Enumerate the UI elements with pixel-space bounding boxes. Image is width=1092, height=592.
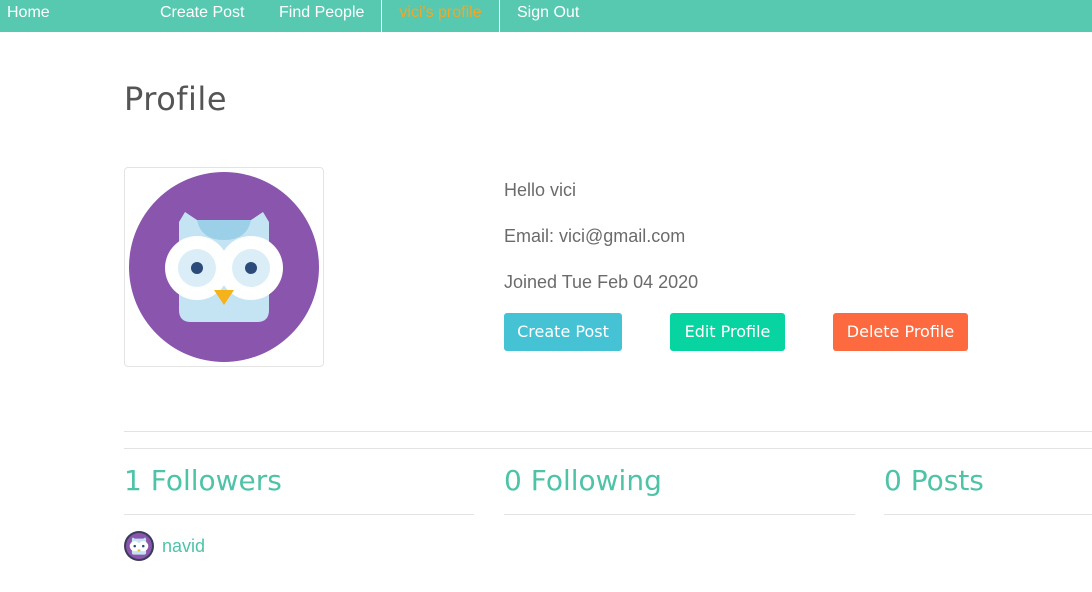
top-navbar: Home Create Post Find People vici's prof… bbox=[0, 0, 1092, 32]
following-count[interactable]: 0 Following bbox=[504, 464, 662, 497]
following-divider bbox=[504, 514, 855, 515]
page-title: Profile bbox=[124, 80, 227, 118]
section-divider bbox=[124, 431, 1092, 432]
delete-profile-button[interactable]: Delete Profile bbox=[833, 313, 968, 351]
stats-top-divider bbox=[124, 448, 1092, 449]
nav-profile-link[interactable]: vici's profile bbox=[381, 0, 500, 32]
edit-profile-button[interactable]: Edit Profile bbox=[670, 313, 785, 351]
posts-count[interactable]: 0 Posts bbox=[884, 464, 984, 497]
nav-sign-out-link[interactable]: Sign Out bbox=[517, 0, 579, 32]
nav-home-link[interactable]: Home bbox=[7, 0, 50, 32]
owl-avatar-icon bbox=[129, 172, 319, 362]
nav-create-post-link[interactable]: Create Post bbox=[160, 0, 244, 32]
create-post-button[interactable]: Create Post bbox=[504, 313, 622, 351]
posts-divider bbox=[884, 514, 1092, 515]
owl-avatar-icon bbox=[124, 531, 154, 561]
nav-find-people-link[interactable]: Find People bbox=[279, 0, 364, 32]
followers-count[interactable]: 1 Followers bbox=[124, 464, 282, 497]
profile-email: Email: vici@gmail.com bbox=[504, 226, 686, 246]
profile-avatar-card bbox=[124, 167, 324, 367]
profile-joined-date: Joined Tue Feb 04 2020 bbox=[504, 272, 699, 292]
followers-divider bbox=[124, 514, 474, 515]
follower-name-link[interactable]: navid bbox=[162, 536, 205, 557]
profile-greeting: Hello vici bbox=[504, 180, 577, 200]
